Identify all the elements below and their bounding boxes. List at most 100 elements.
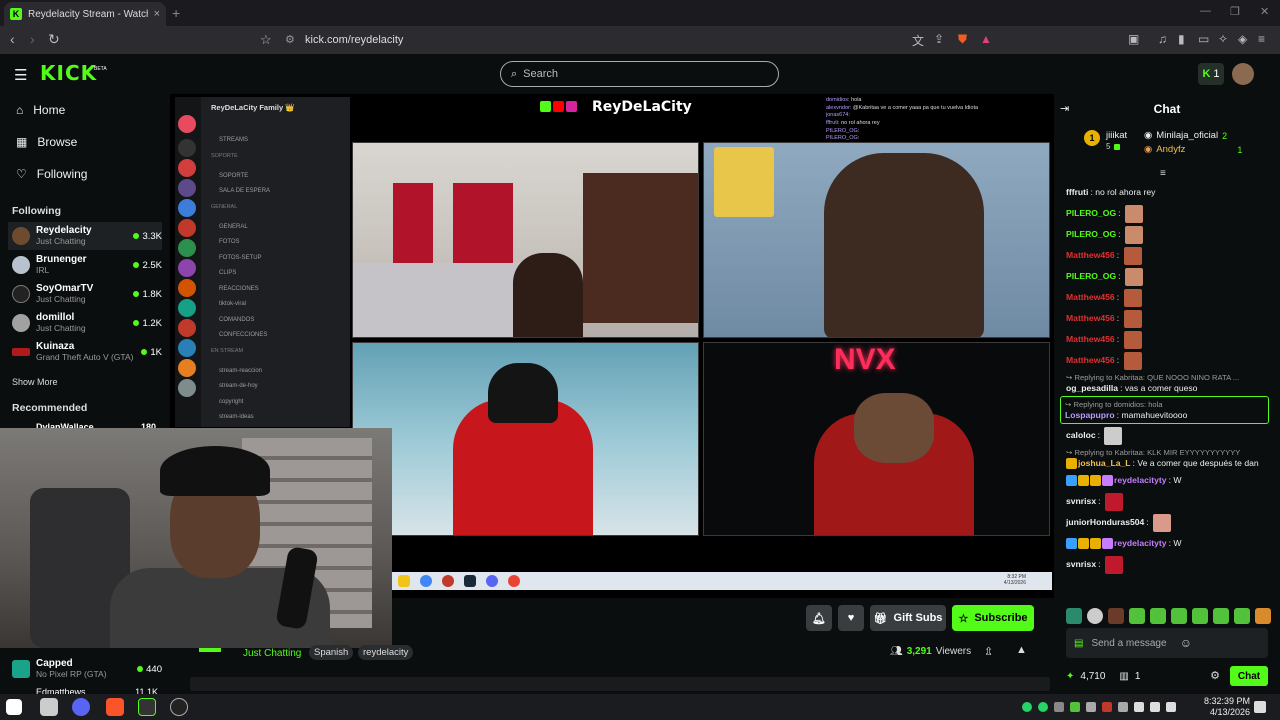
chat-message[interactable]: Matthew456: [1066, 246, 1276, 265]
subscribe-button[interactable]: ☆ Subscribe [952, 605, 1034, 631]
chat-message[interactable]: caloloc: [1066, 426, 1276, 445]
volume-icon[interactable] [1166, 702, 1176, 712]
sidebar-item-home[interactable]: ⌂ Home [16, 103, 65, 117]
chat-reply-message-highlight[interactable]: ↪ Replying to domidios: hola Lospapupro: … [1060, 396, 1269, 424]
tray-icon[interactable] [1070, 702, 1080, 712]
chat-username[interactable]: Matthew456 [1066, 334, 1115, 345]
wallet-icon[interactable]: ▭ [1198, 32, 1209, 46]
chat-message[interactable]: Matthew456: [1066, 309, 1276, 328]
user-avatar[interactable] [1232, 63, 1254, 85]
new-tab-button[interactable]: + [172, 5, 180, 21]
whatsapp-tray-icon[interactable] [1038, 702, 1048, 712]
music-icon[interactable]: ♫ [1158, 32, 1167, 46]
brave-icon[interactable] [106, 698, 124, 716]
notification-center-icon[interactable] [1254, 701, 1266, 713]
notify-bell-button[interactable]: 🔔︎ [806, 605, 832, 631]
emote-icon[interactable] [1234, 608, 1250, 624]
sidebar-item-browse[interactable]: ▦ Browse [16, 135, 77, 149]
back-button[interactable]: ‹ [10, 31, 15, 47]
share-icon[interactable]: ⇫ [984, 645, 993, 658]
emote-icon[interactable] [1192, 608, 1208, 624]
report-icon[interactable]: ▲ [1016, 644, 1027, 656]
chat-username[interactable]: reydelacityty [1114, 475, 1167, 486]
chat-message[interactable]: svnrisx: [1066, 555, 1276, 574]
close-window-icon[interactable]: ✕ [1260, 5, 1269, 18]
taskbar-clock[interactable]: 8:32:39 PM 4/13/2026 [1204, 696, 1250, 718]
chat-message[interactable]: reydelacityty: W [1066, 471, 1276, 490]
menu-icon[interactable]: ≡ [1258, 32, 1265, 46]
chat-username[interactable]: PILERO_OG [1066, 229, 1116, 240]
chat-username[interactable]: PILERO_OG [1066, 208, 1116, 219]
following-channel[interactable]: Reydelacity Just Chatting 3.3K [8, 222, 162, 250]
gifter-item[interactable]: ◉ Andyfz 1 [1144, 144, 1242, 155]
chat-message[interactable]: fffruti: no rol ahora rey [1066, 183, 1276, 202]
ai-icon[interactable]: ✧ [1218, 32, 1228, 46]
mic-icon[interactable] [1150, 702, 1160, 712]
search-input[interactable]: ⌕ Search [500, 61, 779, 87]
tab-close-button[interactable]: × [154, 8, 160, 20]
chat-message[interactable]: Matthew456: [1066, 288, 1276, 307]
chat-username[interactable]: reydelacityty [1114, 538, 1167, 549]
share-page-icon[interactable]: ⇪ [934, 32, 944, 46]
kick-logo[interactable]: KICK [40, 61, 97, 85]
chat-message[interactable]: PILERO_OG: [1066, 204, 1276, 223]
forward-button[interactable]: › [30, 31, 35, 47]
chat-reply-message[interactable]: ↪ Replying to Kabritaa: KLK MIR EYYYYYYY… [1066, 447, 1276, 469]
emote-icon[interactable] [1066, 608, 1082, 624]
panel-icon[interactable]: ▮ [1178, 32, 1185, 46]
brave-shield-icon[interactable]: ⛊ [958, 32, 967, 47]
chat-username[interactable]: fffruti [1066, 187, 1088, 198]
send-chat-button[interactable]: Chat [1230, 666, 1268, 686]
vpn-icon[interactable]: ◈ [1238, 32, 1247, 46]
rewards-icon[interactable]: ▲ [980, 32, 992, 46]
restore-icon[interactable]: ❐ [1230, 5, 1240, 18]
chat-settings-icon[interactable]: ⚙ [1210, 669, 1220, 682]
tray-icon[interactable] [1118, 702, 1128, 712]
show-more-link[interactable]: Show More [12, 377, 58, 387]
chat-message[interactable]: Matthew456: [1066, 330, 1276, 349]
minimize-icon[interactable]: — [1200, 5, 1211, 17]
following-channel[interactable]: Brunenger IRL 2.5K [8, 251, 162, 279]
chat-message[interactable]: PILERO_OG: [1066, 267, 1276, 286]
tray-icon[interactable] [1054, 702, 1064, 712]
message-input[interactable]: ▤ Send a message ☺ [1066, 628, 1268, 658]
category-link[interactable]: Just Chatting [243, 645, 301, 661]
recommended-channel[interactable]: Capped No Pixel RP (GTA) 440 [8, 655, 162, 683]
gifter-item[interactable]: ◉ Minilaja_oficial 2 [1144, 130, 1227, 141]
emote-icon[interactable] [1150, 608, 1166, 624]
reload-button[interactable]: ↻ [48, 31, 60, 48]
chat-username[interactable]: PILERO_OG [1066, 271, 1116, 282]
emote-icon[interactable] [1108, 608, 1124, 624]
gifter-item[interactable]: jiiikat [1106, 130, 1127, 141]
tray-icon[interactable] [1086, 702, 1096, 712]
following-channel[interactable]: domillol Just Chatting 1.2K [8, 309, 162, 337]
chat-username[interactable]: joshua_La_L [1078, 458, 1131, 469]
chat-reply-message[interactable]: ↪ Replying to Kabritaa: QUE NOOO NINO RA… [1066, 372, 1276, 394]
url-field[interactable]: kick.com/reydelacity [305, 34, 403, 46]
emote-icon[interactable] [1129, 608, 1145, 624]
browser-tab[interactable]: K Reydelacity Stream - Watch Live × [4, 2, 166, 26]
chat-username[interactable]: Matthew456 [1066, 292, 1115, 303]
file-explorer-icon[interactable] [40, 698, 58, 716]
chat-message[interactable]: juniorHonduras504: [1066, 513, 1276, 532]
following-channel[interactable]: SoyOmarTV Just Chatting 1.8K [8, 280, 162, 308]
chat-username[interactable]: caloloc [1066, 430, 1096, 441]
emote-icon[interactable] [1087, 608, 1103, 624]
chat-message[interactable]: svnrisx: [1066, 492, 1276, 511]
notification-button[interactable]: K 1 [1198, 63, 1224, 85]
chat-message[interactable]: reydelacityty: W [1066, 534, 1276, 553]
pin-icon[interactable]: ≡ [1160, 168, 1166, 179]
hamburger-menu-icon[interactable]: ☰ [14, 66, 27, 84]
tray-icon[interactable] [1102, 702, 1112, 712]
gift-count-value[interactable]: 1 [1135, 671, 1141, 682]
emote-icon[interactable] [1171, 608, 1187, 624]
chat-username[interactable]: svnrisx [1066, 559, 1096, 570]
chat-username[interactable]: Matthew456 [1066, 355, 1115, 366]
wifi-icon[interactable] [1134, 702, 1144, 712]
chat-username[interactable]: og_pesadilla [1066, 383, 1118, 394]
chat-username[interactable]: Matthew456 [1066, 250, 1115, 261]
chat-username[interactable]: Lospapupro [1065, 410, 1115, 421]
windows-start-icon[interactable] [6, 699, 22, 715]
sidebar-item-following[interactable]: ♡ Following [16, 167, 87, 181]
tag-chip[interactable]: Spanish [309, 645, 354, 660]
